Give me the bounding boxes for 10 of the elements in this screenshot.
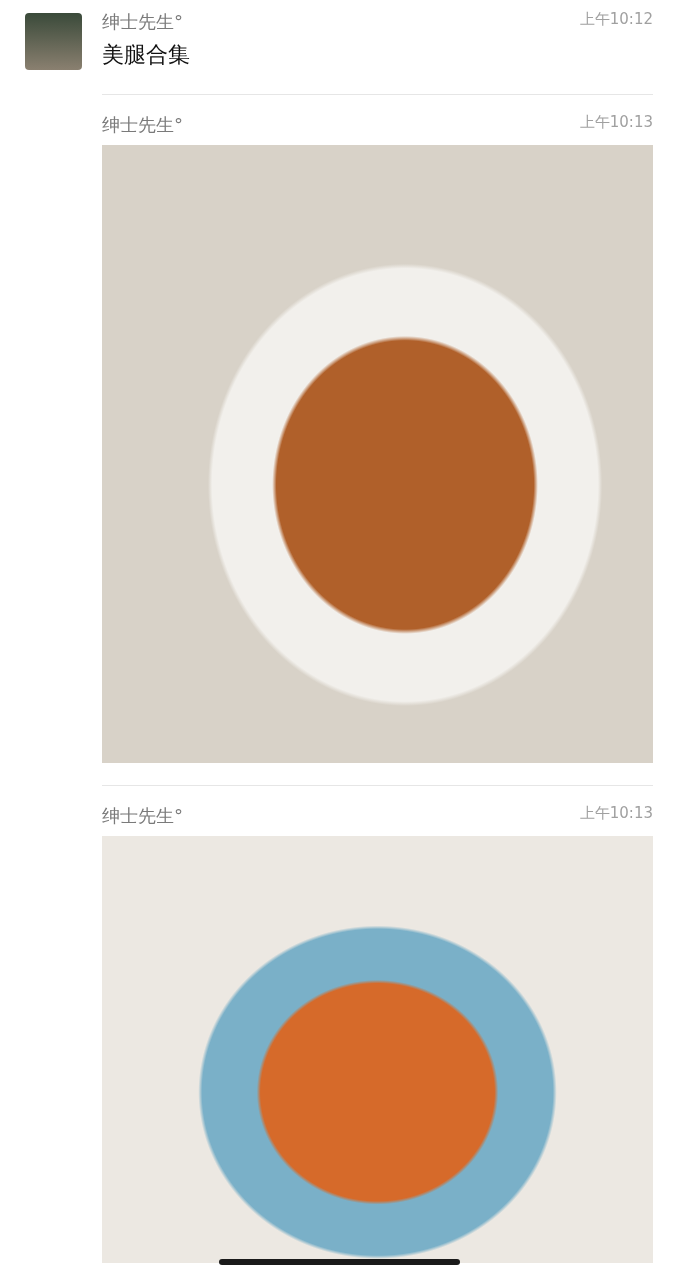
photo-placeholder[interactable] xyxy=(102,145,653,763)
message-time: 上午10:12 xyxy=(579,10,653,29)
avatar-photo[interactable] xyxy=(25,13,82,70)
sender-name: 绅士先生° xyxy=(102,113,183,137)
sender-name: 绅士先生° xyxy=(102,804,183,828)
message-time: 上午10:13 xyxy=(579,113,653,132)
photo-placeholder[interactable] xyxy=(102,836,653,1263)
message-time: 上午10:13 xyxy=(579,804,653,823)
sender-name: 绅士先生° xyxy=(102,10,183,34)
message-text: 美腿合集 xyxy=(102,41,191,69)
